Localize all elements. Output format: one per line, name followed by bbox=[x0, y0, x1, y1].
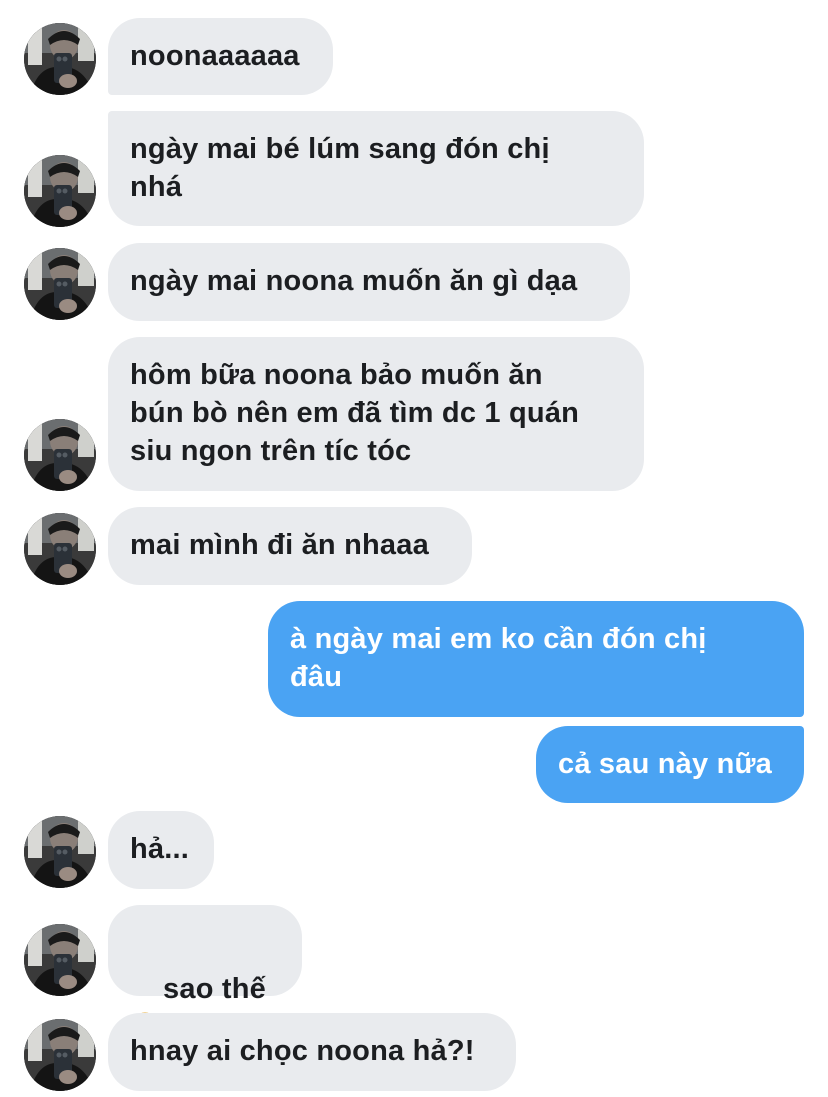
avatar-image bbox=[24, 23, 96, 95]
message-bubble-incoming[interactable]: ngày mai noona muốn ăn gì dạa bbox=[108, 243, 630, 321]
avatar-image bbox=[24, 1019, 96, 1091]
avatar-image bbox=[24, 513, 96, 585]
message-text: sao thế bbox=[163, 973, 266, 1005]
avatar-image bbox=[24, 419, 96, 491]
message-bubble-outgoing[interactable]: à ngày mai em ko cần đón chị đâu bbox=[268, 601, 804, 717]
message-bubble-incoming[interactable]: noonaaaaaa bbox=[108, 18, 333, 95]
avatar-image bbox=[24, 816, 96, 888]
contact-avatar[interactable] bbox=[24, 23, 96, 95]
message-bubble-incoming[interactable]: mai mình đi ăn nhaaa bbox=[108, 507, 472, 585]
message-bubble-incoming[interactable]: sao thế bbox=[108, 905, 302, 996]
chat-thread: noonaaaaaa ngày mai bé lúm sang đón chị … bbox=[0, 0, 828, 1097]
contact-avatar[interactable] bbox=[24, 1019, 96, 1091]
avatar-image bbox=[24, 155, 96, 227]
contact-avatar[interactable] bbox=[24, 248, 96, 320]
message-bubble-outgoing[interactable]: cả sau này nữa bbox=[536, 726, 804, 803]
contact-avatar[interactable] bbox=[24, 816, 96, 888]
message-bubble-incoming[interactable]: hả... bbox=[108, 811, 214, 889]
message-bubble-incoming[interactable]: hôm bữa noona bảo muốn ăn bún bò nên em … bbox=[108, 337, 644, 491]
contact-avatar[interactable] bbox=[24, 155, 96, 227]
contact-avatar[interactable] bbox=[24, 513, 96, 585]
contact-avatar[interactable] bbox=[24, 419, 96, 491]
message-bubble-incoming[interactable]: hnay ai chọc noona hả?! bbox=[108, 1013, 516, 1091]
message-bubble-incoming[interactable]: ngày mai bé lúm sang đón chị nhá bbox=[108, 111, 644, 226]
avatar-image bbox=[24, 248, 96, 320]
avatar-image bbox=[24, 924, 96, 996]
contact-avatar[interactable] bbox=[24, 924, 96, 996]
